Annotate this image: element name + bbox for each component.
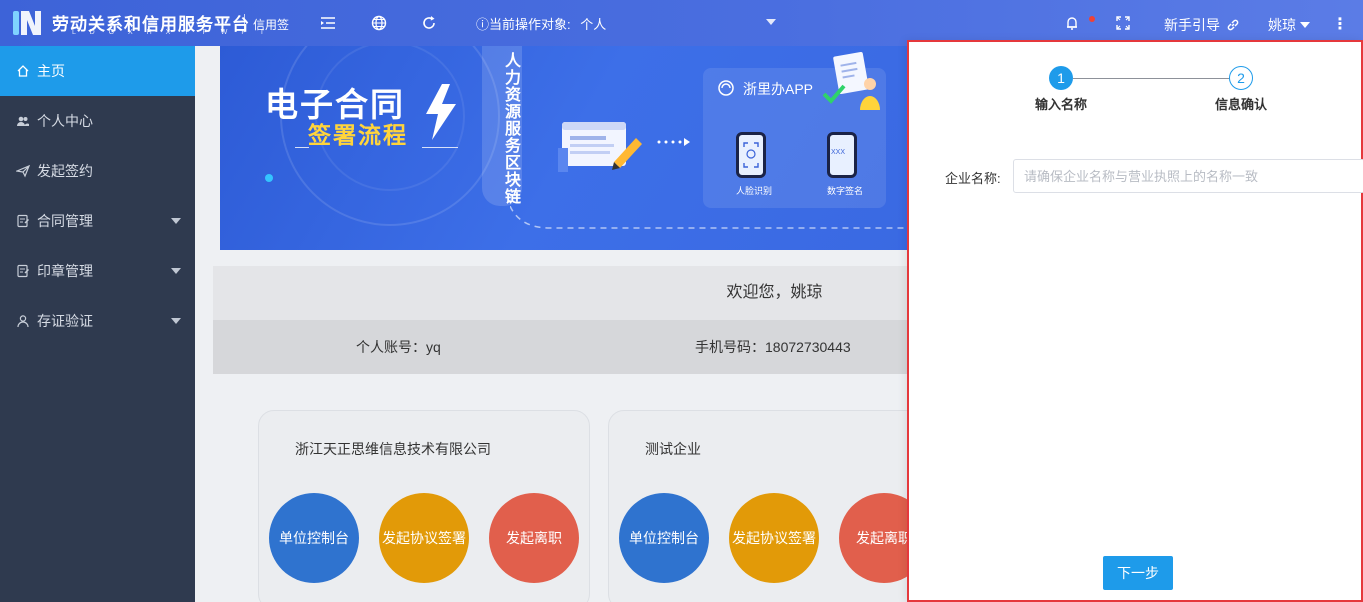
add-company-drawer: 1 2 输入名称 信息确认 企业名称: 下一步 xyxy=(907,40,1363,602)
initiate-resignation-button[interactable]: 发起离职 xyxy=(489,493,579,583)
expand-caret-icon xyxy=(171,218,181,224)
sidebar: 主页 个人中心 发起签约 合同管理 印章管理 存证验证 xyxy=(0,46,195,602)
sidebar-item-contract-management[interactable]: 合同管理 xyxy=(0,196,195,246)
sidebar-item-home[interactable]: 主页 xyxy=(0,46,195,96)
sidebar-item-label: 印章管理 xyxy=(37,263,93,279)
blockchain-label: 人力资源服务区块链 xyxy=(482,46,522,206)
sidebar-item-evidence-verification[interactable]: 存证验证 xyxy=(0,296,195,346)
sidebar-item-seal-management[interactable]: 印章管理 xyxy=(0,246,195,296)
seal-icon xyxy=(17,264,29,278)
step-1-label: 输入名称 xyxy=(1035,97,1088,112)
account-info-band: 个人账号：yq 手机号码：18072730443 xyxy=(213,320,920,374)
company-name-label: 企业名称: xyxy=(945,171,1001,186)
banner-line xyxy=(295,147,309,148)
home-icon xyxy=(17,65,29,77)
platform-subtitle: L D G X H X Y F W P T xyxy=(72,29,270,36)
users-icon xyxy=(17,116,29,126)
banner-line xyxy=(422,147,458,148)
sidebar-item-personal-center[interactable]: 个人中心 xyxy=(0,96,195,146)
bell-icon[interactable] xyxy=(1063,14,1081,32)
beginner-guide-link[interactable]: 新手引导 xyxy=(1164,15,1240,35)
banner-subtitle: 签署流程 xyxy=(308,122,408,148)
user-icon xyxy=(17,315,29,328)
user-caret-icon[interactable] xyxy=(1300,22,1310,28)
operation-target-value: 个人 xyxy=(580,17,607,32)
operation-target-label: ⓘ当前操作对象: xyxy=(476,17,571,32)
company-name-input[interactable] xyxy=(1013,159,1363,193)
step-connector xyxy=(1073,78,1229,79)
step-1-indicator: 1 xyxy=(1049,66,1073,90)
guide-label: 新手引导 xyxy=(1164,17,1220,33)
sidebar-item-label: 主页 xyxy=(37,63,65,79)
expand-caret-icon xyxy=(171,318,181,324)
notification-dot xyxy=(1089,16,1095,22)
app-logo-icon xyxy=(718,80,734,96)
contract-icon xyxy=(17,214,29,228)
phone-info: 手机号码：18072730443 xyxy=(695,339,851,355)
company-name: 浙江天正思维信息技术有限公司 xyxy=(295,441,491,457)
fullscreen-icon[interactable] xyxy=(1114,14,1132,32)
brand-divider xyxy=(244,14,245,30)
step-2-indicator: 2 xyxy=(1229,66,1253,90)
link-icon xyxy=(1227,19,1239,31)
initiate-agreement-button[interactable]: 发起协议签署 xyxy=(379,493,469,583)
user-name: 姚琼 xyxy=(1268,17,1296,33)
sidebar-item-label: 发起签约 xyxy=(37,163,93,179)
step-2-label: 信息确认 xyxy=(1215,97,1268,112)
next-step-button[interactable]: 下一步 xyxy=(1103,556,1173,590)
app-title: 浙里办APP xyxy=(743,81,814,97)
checklist-person-icon xyxy=(822,52,880,110)
flow-dashed-line xyxy=(510,206,920,229)
refresh-icon[interactable] xyxy=(420,14,438,32)
lightning-icon xyxy=(426,84,456,140)
user-menu[interactable]: 姚琼 xyxy=(1268,15,1296,35)
operation-target[interactable]: ⓘ当前操作对象: 个人 xyxy=(476,14,606,33)
indent-icon[interactable] xyxy=(319,14,337,32)
flow-arrow-icon xyxy=(657,138,690,146)
more-vertical-icon[interactable]: ⋮ xyxy=(1332,14,1348,34)
computer-document-icon xyxy=(558,122,642,172)
target-dropdown-caret-icon[interactable] xyxy=(766,19,776,25)
initiate-agreement-button[interactable]: 发起协议签署 xyxy=(729,493,819,583)
face-recognition-label: 人脸识别 xyxy=(736,186,773,196)
globe-icon[interactable] xyxy=(370,14,388,32)
e-contract-banner: 电子合同 签署流程 人力资源服务区块链 浙里办APP XXX 人脸识别 数字签名 xyxy=(220,46,920,250)
banner-decor-dot xyxy=(265,174,273,182)
welcome-band: 欢迎您，姚琼 xyxy=(213,266,920,320)
digital-signature-label: 数字签名 xyxy=(827,186,864,196)
company-name: 测试企业 xyxy=(645,441,701,457)
face-recognition-phone-icon xyxy=(736,132,766,178)
sidebar-item-label: 存证验证 xyxy=(37,313,93,329)
account-info: 个人账号：yq xyxy=(356,339,441,355)
sidebar-item-label: 个人中心 xyxy=(37,113,93,129)
expand-caret-icon xyxy=(171,268,181,274)
sidebar-item-label: 合同管理 xyxy=(37,213,93,229)
platform-logo-icon xyxy=(13,11,41,35)
platform-tag: 信用签 xyxy=(253,18,290,32)
send-icon xyxy=(16,164,30,178)
phone-placeholder-text: XXX xyxy=(831,149,846,156)
company-console-button[interactable]: 单位控制台 xyxy=(619,493,709,583)
digital-signature-phone-icon: XXX xyxy=(827,132,857,178)
sidebar-item-initiate-signing[interactable]: 发起签约 xyxy=(0,146,195,196)
company-card: 浙江天正思维信息技术有限公司 单位控制台 发起协议签署 发起离职 xyxy=(258,410,590,602)
company-console-button[interactable]: 单位控制台 xyxy=(269,493,359,583)
company-card: 测试企业 单位控制台 发起协议签署 发起离职 xyxy=(608,410,929,602)
